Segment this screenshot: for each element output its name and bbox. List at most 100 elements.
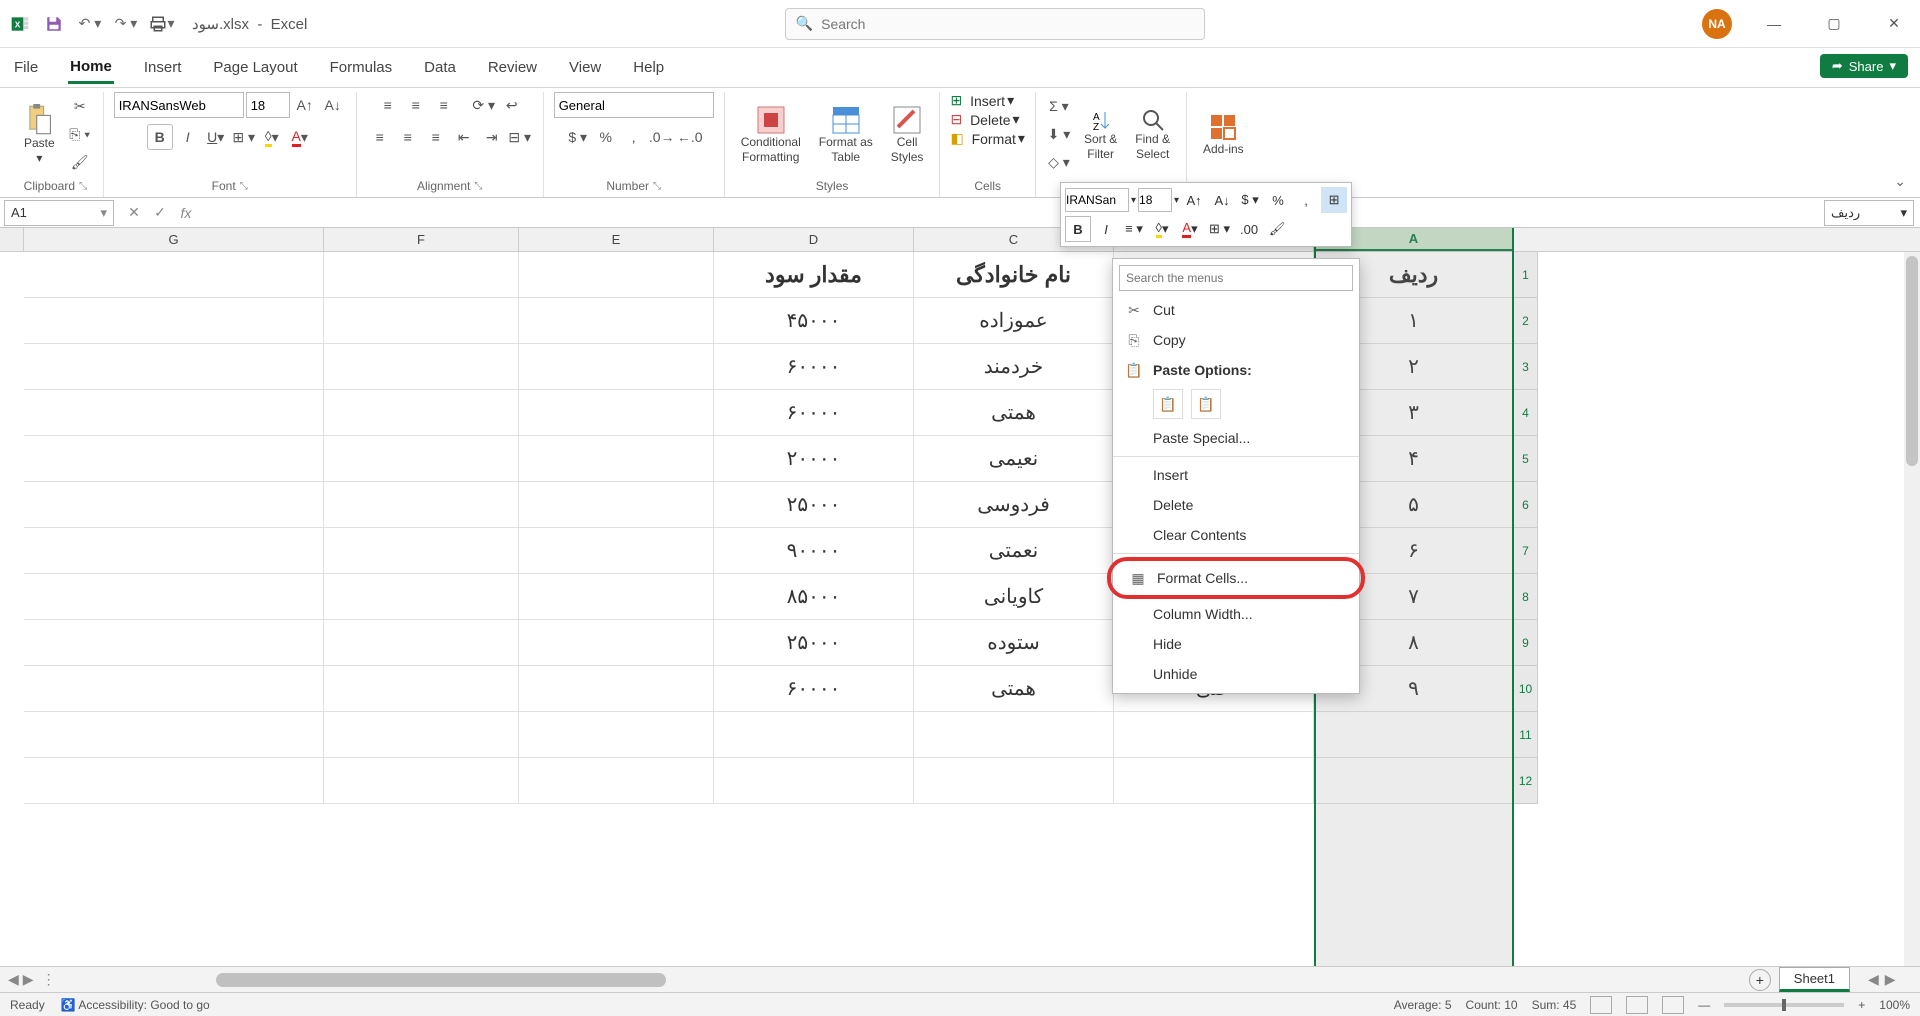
zoom-out[interactable]: — bbox=[1698, 998, 1710, 1012]
collapse-ribbon-button[interactable]: ⌄ bbox=[1894, 173, 1906, 190]
cut-button[interactable]: ✂ bbox=[67, 94, 93, 120]
share-button[interactable]: ➦ Share ▾ bbox=[1820, 54, 1908, 78]
underline-button[interactable]: U ▾ bbox=[203, 124, 229, 150]
clipboard-dialog-launcher[interactable]: ⤡ bbox=[79, 181, 87, 192]
autosum-button[interactable]: Σ ▾ bbox=[1046, 94, 1072, 120]
sheet-tab-sheet1[interactable]: Sheet1 bbox=[1779, 967, 1850, 992]
column-header-D[interactable]: D bbox=[714, 228, 914, 251]
minimize-button[interactable]: — bbox=[1756, 6, 1792, 42]
mini-percent[interactable]: % bbox=[1265, 187, 1291, 213]
cell-C10[interactable]: همتی bbox=[914, 666, 1114, 712]
close-button[interactable]: ✕ bbox=[1876, 6, 1912, 42]
wrap-text-button[interactable]: ↩ bbox=[499, 92, 525, 118]
italic-button[interactable]: I bbox=[175, 124, 201, 150]
mini-align[interactable]: ≡ ▾ bbox=[1121, 216, 1147, 242]
cell-C6[interactable]: فردوسی bbox=[914, 482, 1114, 528]
column-header-G[interactable]: G bbox=[24, 228, 324, 251]
zoom-in[interactable]: + bbox=[1858, 998, 1865, 1012]
mini-decrease-font[interactable]: A↓ bbox=[1209, 187, 1235, 213]
cell-dropdown[interactable]: ▾ردیف bbox=[1824, 200, 1914, 226]
worksheet[interactable]: GFEDCBA ردیفنام خانوادگیمقدار سود۱عموزاد… bbox=[0, 228, 1920, 966]
bold-button[interactable]: B bbox=[147, 124, 173, 150]
cell-D7[interactable]: ۹۰۰۰۰ bbox=[714, 528, 914, 574]
sheet-nav-next[interactable]: ▶ bbox=[23, 971, 34, 988]
ctx-copy[interactable]: ⎘Copy bbox=[1113, 325, 1359, 355]
save-button[interactable] bbox=[40, 10, 68, 38]
mini-format-table[interactable]: ⊞ bbox=[1321, 187, 1347, 213]
align-top-button[interactable]: ≡ bbox=[375, 92, 401, 118]
row-header-8[interactable]: 8 bbox=[1514, 574, 1538, 620]
mini-font-name[interactable] bbox=[1065, 188, 1129, 212]
accounting-format-button[interactable]: $ ▾ bbox=[565, 124, 591, 150]
row-header-3[interactable]: 3 bbox=[1514, 344, 1538, 390]
increase-decimal-button[interactable]: .0→ bbox=[649, 124, 675, 150]
mini-comma[interactable]: , bbox=[1293, 187, 1319, 213]
conditional-formatting-button[interactable]: Conditional Formatting bbox=[735, 101, 807, 168]
tab-formulas[interactable]: Formulas bbox=[328, 53, 395, 82]
increase-font-button[interactable]: A↑ bbox=[292, 92, 318, 118]
font-name-combo[interactable] bbox=[114, 92, 244, 118]
ctx-clear[interactable]: Clear Contents bbox=[1113, 520, 1359, 550]
sheet-nav-prev[interactable]: ◀ bbox=[8, 971, 19, 988]
font-dialog-launcher[interactable]: ⤡ bbox=[240, 181, 248, 192]
align-bottom-button[interactable]: ≡ bbox=[431, 92, 457, 118]
merge-button[interactable]: ⊟ ▾ bbox=[507, 124, 533, 150]
format-painter-button[interactable]: 🖌 bbox=[67, 150, 93, 176]
tab-insert[interactable]: Insert bbox=[142, 53, 184, 82]
undo-button[interactable]: ↶ ▾ bbox=[76, 10, 104, 38]
name-box[interactable]: A1▾ bbox=[4, 200, 114, 226]
zoom-slider[interactable] bbox=[1724, 1003, 1844, 1007]
cell-C8[interactable]: کاویانی bbox=[914, 574, 1114, 620]
alignment-dialog-launcher[interactable]: ⤡ bbox=[474, 181, 482, 192]
tab-review[interactable]: Review bbox=[486, 53, 539, 82]
cell-D5[interactable]: ۲۰۰۰۰ bbox=[714, 436, 914, 482]
tab-file[interactable]: File bbox=[12, 53, 40, 82]
align-right-button[interactable]: ≡ bbox=[423, 124, 449, 150]
tab-home[interactable]: Home bbox=[68, 52, 114, 84]
ctx-column-width[interactable]: Column Width... bbox=[1113, 599, 1359, 629]
mini-font-size[interactable] bbox=[1138, 188, 1172, 212]
column-header-E[interactable]: E bbox=[519, 228, 714, 251]
align-left-button[interactable]: ≡ bbox=[367, 124, 393, 150]
scroll-left[interactable]: ◀ bbox=[1868, 971, 1879, 988]
decrease-font-button[interactable]: A↓ bbox=[320, 92, 346, 118]
row-header-6[interactable]: 6 bbox=[1514, 482, 1538, 528]
ctx-delete[interactable]: Delete bbox=[1113, 490, 1359, 520]
number-format-combo[interactable] bbox=[554, 92, 714, 118]
ctx-hide[interactable]: Hide bbox=[1113, 629, 1359, 659]
formula-input[interactable] bbox=[202, 200, 1818, 226]
mini-italic[interactable]: I bbox=[1093, 216, 1119, 242]
format-as-table-button[interactable]: Format as Table bbox=[813, 101, 879, 168]
cells-format-button[interactable]: ◧ Format ▾ bbox=[950, 130, 1025, 147]
zoom-level[interactable]: 100% bbox=[1879, 998, 1910, 1012]
cell-D10[interactable]: ۶۰۰۰۰ bbox=[714, 666, 914, 712]
paste-button[interactable]: Paste▾ bbox=[18, 100, 61, 169]
font-color-button[interactable]: A ▾ bbox=[287, 124, 313, 150]
number-dialog-launcher[interactable]: ⤡ bbox=[653, 181, 661, 192]
tab-page-layout[interactable]: Page Layout bbox=[211, 53, 299, 82]
cell-C4[interactable]: همتی bbox=[914, 390, 1114, 436]
ctx-paste-special[interactable]: Paste Special... bbox=[1113, 423, 1359, 453]
tab-data[interactable]: Data bbox=[422, 53, 458, 82]
cells-insert-button[interactable]: ⊞ Insert ▾ bbox=[950, 92, 1014, 109]
view-normal[interactable] bbox=[1590, 996, 1612, 1014]
paste-option-2[interactable]: 📋 bbox=[1191, 389, 1221, 419]
increase-indent-button[interactable]: ⇥ bbox=[479, 124, 505, 150]
borders-button[interactable]: ⊞ ▾ bbox=[231, 124, 257, 150]
row-header-7[interactable]: 7 bbox=[1514, 528, 1538, 574]
row-header-2[interactable]: 2 bbox=[1514, 298, 1538, 344]
cell-C1[interactable]: نام خانوادگی bbox=[914, 252, 1114, 298]
cell-C3[interactable]: خردمند bbox=[914, 344, 1114, 390]
copy-button[interactable]: ⎘ ▾ bbox=[67, 122, 93, 148]
row-header-1[interactable]: 1 bbox=[1514, 252, 1538, 298]
row-header-12[interactable]: 12 bbox=[1514, 758, 1538, 804]
percent-format-button[interactable]: % bbox=[593, 124, 619, 150]
row-header-10[interactable]: 10 bbox=[1514, 666, 1538, 712]
view-page-layout[interactable] bbox=[1626, 996, 1648, 1014]
column-header-F[interactable]: F bbox=[324, 228, 519, 251]
maximize-button[interactable]: ▢ bbox=[1816, 6, 1852, 42]
cell-C2[interactable]: عموزاده bbox=[914, 298, 1114, 344]
cell-D6[interactable]: ۲۵۰۰۰ bbox=[714, 482, 914, 528]
mini-increase-font[interactable]: A↑ bbox=[1181, 187, 1207, 213]
cell-D1[interactable]: مقدار سود bbox=[714, 252, 914, 298]
